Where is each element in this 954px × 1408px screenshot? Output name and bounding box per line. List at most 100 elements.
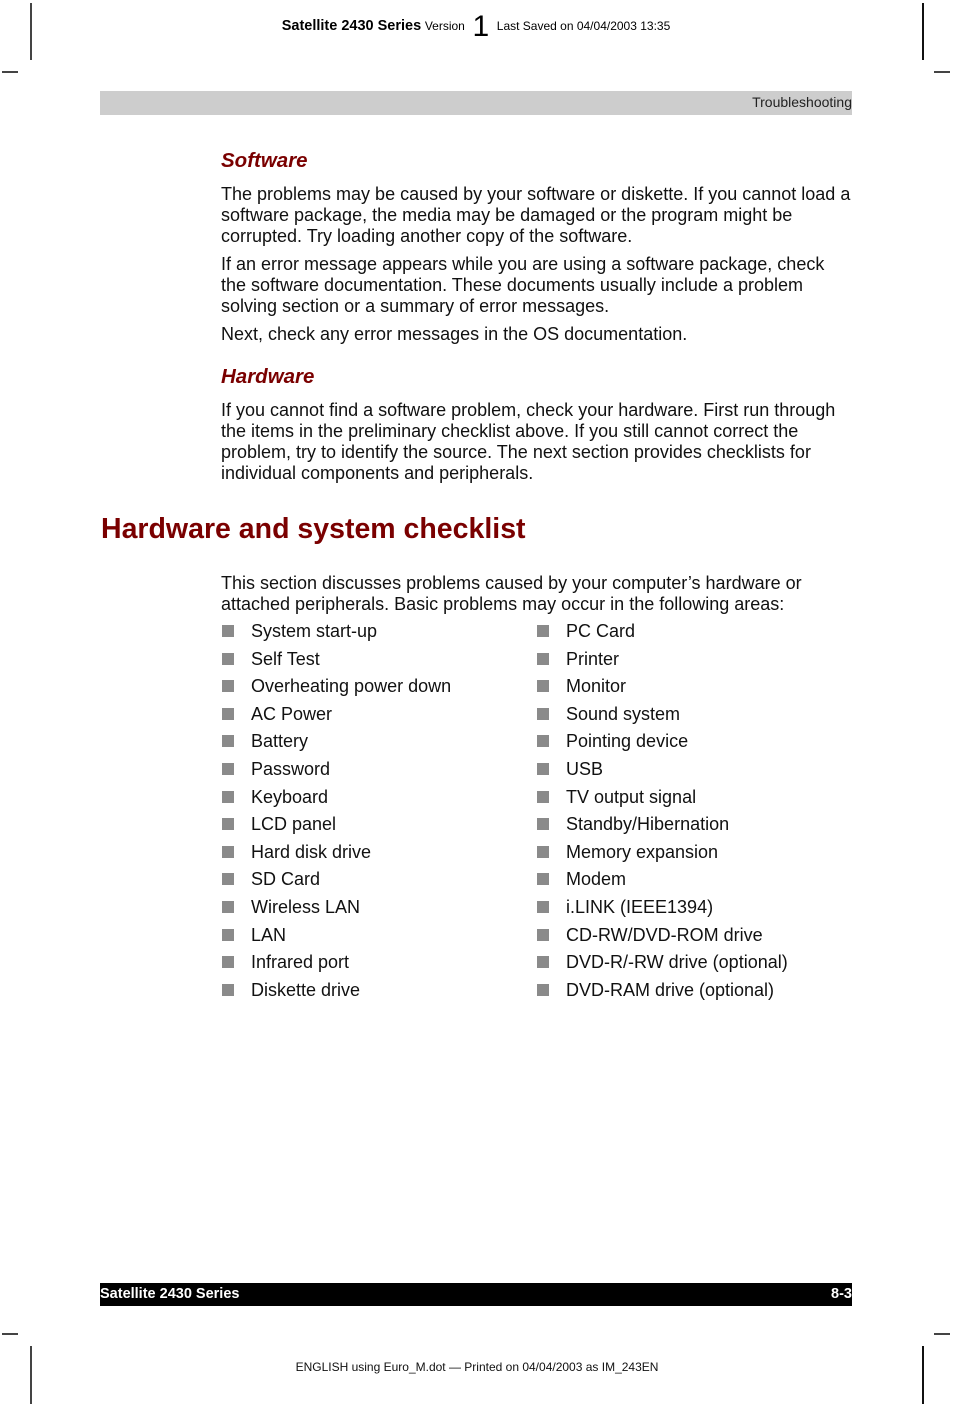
square-bullet-icon bbox=[537, 652, 549, 665]
checklist-item-label: LCD panel bbox=[251, 814, 337, 835]
checklist-item: Standby/Hibernation bbox=[537, 813, 788, 841]
square-bullet-icon bbox=[222, 983, 234, 996]
checklist-item-label: Overheating power down bbox=[251, 676, 452, 697]
square-bullet-icon bbox=[222, 680, 234, 693]
square-bullet-icon bbox=[222, 956, 234, 969]
checklist-item: Modem bbox=[537, 868, 788, 896]
last-saved: Last Saved on 04/04/2003 13:35 bbox=[496, 19, 671, 33]
checklist-item-label: Self Test bbox=[251, 648, 320, 669]
checklist-item-label: Keyboard bbox=[251, 786, 329, 807]
square-bullet-icon bbox=[537, 983, 549, 996]
checklist-item: Diskette drive bbox=[222, 979, 451, 1007]
product-title: Satellite 2430 Series bbox=[281, 18, 422, 34]
checklist-item: Printer bbox=[537, 648, 788, 676]
checklist-item: Sound system bbox=[537, 703, 788, 731]
hardware-paragraph: If you cannot find a software problem, c… bbox=[221, 400, 836, 483]
checklist-item-label: Infrared port bbox=[251, 952, 350, 973]
checklist-item-label: LAN bbox=[251, 924, 287, 945]
square-bullet-icon bbox=[537, 845, 549, 858]
software-paragraph: If an error message appears while you ar… bbox=[221, 254, 825, 316]
checklist-item-label: Diskette drive bbox=[251, 979, 361, 1000]
square-bullet-icon bbox=[537, 900, 549, 913]
checklist-item-label: AC Power bbox=[251, 703, 333, 724]
checklist-item-label: CD-RW/DVD-ROM drive bbox=[566, 924, 763, 945]
checklist-item: USB bbox=[537, 758, 788, 786]
checklist-heading: Hardware and system checklist bbox=[101, 513, 526, 545]
software-paragraph: Next, check any error messages in the OS… bbox=[221, 324, 688, 344]
checklist-item-label: Battery bbox=[251, 731, 309, 752]
checklist-item-label: USB bbox=[566, 758, 604, 779]
checklist-item-label: PC Card bbox=[566, 621, 636, 641]
print-info: ENGLISH using Euro_M.dot — Printed on 04… bbox=[295, 1360, 659, 1374]
checklist-item: Monitor bbox=[537, 675, 788, 703]
software-paragraph: The problems may be caused by your softw… bbox=[221, 184, 851, 246]
version-label: Version bbox=[424, 19, 465, 33]
crop-mark-bottom-left-horizontal bbox=[2, 1333, 18, 1335]
square-bullet-icon bbox=[537, 873, 549, 886]
square-bullet-icon bbox=[222, 762, 234, 775]
checklist-item: SD Card bbox=[222, 868, 451, 896]
square-bullet-icon bbox=[222, 818, 234, 831]
page-number: 8-3 bbox=[831, 1286, 852, 1302]
square-bullet-icon bbox=[222, 707, 234, 720]
checklist-item-label: System start-up bbox=[251, 621, 378, 641]
crop-mark-top-left-horizontal bbox=[2, 71, 18, 73]
checklist-item-label: Monitor bbox=[566, 676, 627, 697]
square-bullet-icon bbox=[537, 625, 549, 637]
crop-mark-bottom-right-horizontal bbox=[934, 1333, 950, 1335]
software-heading: Software bbox=[221, 149, 308, 172]
square-bullet-icon bbox=[222, 735, 234, 748]
checklist-item: System start-up bbox=[222, 620, 451, 648]
checklist-item-label: Hard disk drive bbox=[251, 841, 372, 862]
checklist-item: PC Card bbox=[537, 620, 788, 648]
checklist-item: Memory expansion bbox=[537, 841, 788, 869]
checklist-item: Keyboard bbox=[222, 786, 451, 814]
checklist-item: Pointing device bbox=[537, 730, 788, 758]
checklist-item-label: SD Card bbox=[251, 869, 321, 890]
square-bullet-icon bbox=[222, 873, 234, 886]
checklist-intro: This section discusses problems caused b… bbox=[221, 573, 802, 614]
square-bullet-icon bbox=[222, 928, 234, 941]
square-bullet-icon bbox=[222, 790, 234, 803]
checklist-item: DVD-RAM drive (optional) bbox=[537, 979, 788, 1007]
checklist-item: CD-RW/DVD-ROM drive bbox=[537, 924, 788, 952]
checklist-item-label: Pointing device bbox=[566, 731, 689, 752]
checklist-item: Self Test bbox=[222, 648, 451, 676]
checklist-item: TV output signal bbox=[537, 786, 788, 814]
checklist-item: LCD panel bbox=[222, 813, 451, 841]
square-bullet-icon bbox=[222, 845, 234, 858]
checklist-item: Infrared port bbox=[222, 951, 451, 979]
crop-mark-bottom-right-vertical bbox=[922, 1346, 924, 1404]
checklist-item-label: Modem bbox=[566, 869, 627, 890]
checklist-left-column: System start-up Self Test Overheating powe… bbox=[222, 620, 451, 1006]
checklist-item: DVD-R/-RW drive (optional) bbox=[537, 951, 788, 979]
checklist-item: Wireless LAN bbox=[222, 896, 451, 924]
checklist-item: Battery bbox=[222, 730, 451, 758]
square-bullet-icon bbox=[222, 900, 234, 913]
checklist-item-label: Printer bbox=[566, 648, 620, 669]
checklist-right-column: PC Card Printer Monitor Sound system Pointin… bbox=[537, 620, 788, 1006]
checklist-item-label: i.LINK (IEEE1394) bbox=[566, 896, 714, 917]
checklist-item-label: Standby/Hibernation bbox=[566, 814, 730, 835]
crop-mark-bottom-left-vertical bbox=[30, 1346, 32, 1404]
checklist-item-label: TV output signal bbox=[566, 786, 697, 807]
square-bullet-icon bbox=[222, 625, 234, 637]
checklist-item-label: DVD-R/-RW drive (optional) bbox=[566, 952, 788, 973]
square-bullet-icon bbox=[537, 956, 549, 969]
square-bullet-icon bbox=[537, 790, 549, 803]
checklist-item: AC Power bbox=[222, 703, 451, 731]
hardware-heading: Hardware bbox=[221, 365, 315, 388]
square-bullet-icon bbox=[222, 652, 234, 665]
footer-product: Satellite 2430 Series bbox=[100, 1286, 240, 1302]
checklist-item: Overheating power down bbox=[222, 675, 451, 703]
document-info-line: Satellite 2430 Series Version 1 Last Sav… bbox=[0, 12, 954, 42]
square-bullet-icon bbox=[537, 818, 549, 831]
crop-mark-top-right-horizontal bbox=[934, 71, 950, 73]
checklist-item-label: Sound system bbox=[566, 703, 681, 724]
square-bullet-icon bbox=[537, 735, 549, 748]
checklist-item-label: Memory expansion bbox=[566, 841, 719, 862]
checklist-item: i.LINK (IEEE1394) bbox=[537, 896, 788, 924]
square-bullet-icon bbox=[537, 680, 549, 693]
version-number: 1 bbox=[472, 10, 490, 43]
square-bullet-icon bbox=[537, 928, 549, 941]
